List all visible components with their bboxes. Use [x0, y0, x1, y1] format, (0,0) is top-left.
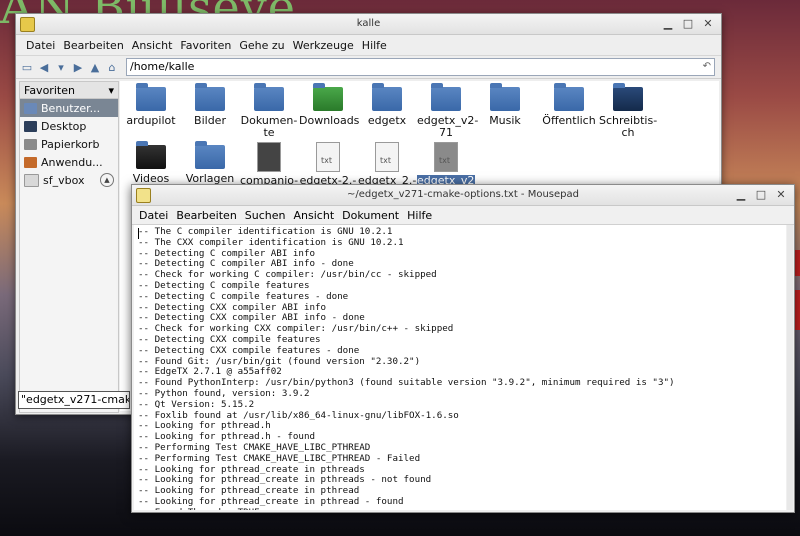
- drive-icon: [24, 173, 39, 187]
- file-item[interactable]: edgetx_v2- 71: [417, 81, 479, 139]
- file-item[interactable]: Videos: [122, 139, 180, 185]
- sidebar-item-trash[interactable]: Papierkorb: [20, 135, 118, 153]
- menu-suchen[interactable]: Suchen: [241, 209, 290, 222]
- menu-gehe-zu[interactable]: Gehe zu: [235, 39, 288, 52]
- videos-folder-icon: [136, 141, 166, 169]
- sidebar-item-label: Benutzer...: [41, 101, 101, 115]
- file-label: ardupilot: [126, 114, 176, 127]
- file-item[interactable]: Musik: [476, 81, 534, 127]
- mousepad-window: ~/edgetx_v271-cmake-options.txt - Mousep…: [131, 184, 795, 513]
- sidebar-item-label: sf_vbox: [43, 173, 85, 187]
- menubar: Datei Bearbeiten Suchen Ansicht Dokument…: [132, 206, 794, 225]
- history-dropdown-icon[interactable]: ▾: [54, 60, 68, 74]
- folder-icon: [195, 141, 225, 169]
- desktop-folder-icon: [613, 83, 643, 111]
- folder-icon: [195, 83, 225, 111]
- text-file-icon: txt: [316, 142, 340, 172]
- text-cursor: [138, 228, 139, 239]
- menu-bearbeiten[interactable]: Bearbeiten: [172, 209, 240, 222]
- file-label: Schreibtis- ch: [599, 114, 658, 139]
- menu-favoriten[interactable]: Favoriten: [176, 39, 235, 52]
- home-icon: [24, 102, 37, 114]
- menu-dokument[interactable]: Dokument: [338, 209, 403, 222]
- sidebar-item-desktop[interactable]: Desktop: [20, 117, 118, 135]
- folder-icon: [372, 83, 402, 111]
- sidebar-item-label: Desktop: [41, 119, 87, 133]
- close-icon[interactable]: ✕: [774, 187, 788, 201]
- trash-icon: [24, 138, 37, 150]
- menu-ansicht[interactable]: Ansicht: [128, 39, 177, 52]
- file-label: Downloads: [299, 114, 360, 127]
- eject-icon[interactable]: ▲: [100, 173, 114, 187]
- up-icon[interactable]: ▲: [88, 60, 102, 74]
- file-label: edgetx: [367, 114, 407, 127]
- location-input[interactable]: /home/kalle ↶: [126, 58, 715, 76]
- window-title: ~/edgetx_v271-cmake-options.txt - Mousep…: [347, 189, 579, 200]
- minimize-icon[interactable]: ▁: [734, 187, 748, 201]
- menu-datei[interactable]: Datei: [22, 39, 59, 52]
- menu-hilfe[interactable]: Hilfe: [403, 209, 436, 222]
- file-manager-titlebar[interactable]: kalle ▁ □ ✕: [16, 14, 721, 35]
- file-item[interactable]: Dokumen- te: [240, 81, 298, 139]
- editor-content: -- The C compiler identification is GNU …: [138, 226, 675, 510]
- file-label: Dokumen- te: [240, 114, 298, 139]
- sidebar-item-label: Anwendu...: [41, 155, 103, 169]
- text-editor[interactable]: -- The C compiler identification is GNU …: [134, 225, 786, 510]
- file-item[interactable]: Bilder: [181, 81, 239, 127]
- menu-bearbeiten[interactable]: Bearbeiten: [59, 39, 127, 52]
- desktop-icon: [24, 120, 37, 132]
- forward-icon[interactable]: ▶: [71, 60, 85, 74]
- menu-datei[interactable]: Datei: [135, 209, 172, 222]
- file-item[interactable]: Schreibtis- ch: [599, 81, 657, 139]
- close-icon[interactable]: ✕: [701, 16, 715, 30]
- sidebar-header[interactable]: Favoriten ▾: [20, 82, 118, 99]
- menubar: Datei Bearbeiten Ansicht Favoriten Gehe …: [16, 35, 721, 56]
- file-item[interactable]: Öffentlich: [540, 81, 598, 127]
- text-file-icon: txt: [434, 142, 458, 172]
- mousepad-titlebar[interactable]: ~/edgetx_v271-cmake-options.txt - Mousep…: [132, 185, 794, 206]
- file-item[interactable]: edgetx: [358, 81, 416, 127]
- sidebar-item-sf-vbox[interactable]: sf_vbox ▲: [20, 171, 118, 189]
- back-icon[interactable]: ◀: [37, 60, 51, 74]
- minimize-icon[interactable]: ▁: [661, 16, 675, 30]
- sidebar-item-home[interactable]: Benutzer...: [20, 99, 118, 117]
- rename-input[interactable]: "edgetx_v271-cmake-: [18, 391, 130, 409]
- new-folder-icon[interactable]: ▭: [20, 60, 34, 74]
- public-folder-icon: [554, 83, 584, 111]
- location-bar: ▭ ◀ ▾ ▶ ▲ ⌂ /home/kalle ↶: [16, 56, 721, 79]
- chevron-down-icon[interactable]: ▾: [108, 84, 114, 97]
- menu-werkzeuge[interactable]: Werkzeuge: [289, 39, 358, 52]
- text-file-icon: txt: [375, 142, 399, 172]
- file-label: Bilder: [194, 114, 226, 127]
- file-item[interactable]: ardupilot: [122, 81, 180, 127]
- maximize-icon[interactable]: □: [681, 16, 695, 30]
- folder-icon: [431, 83, 461, 111]
- sidebar-item-label: Papierkorb: [41, 137, 100, 151]
- archive-file-icon: [257, 142, 281, 172]
- folder-icon: [254, 83, 284, 111]
- window-title: kalle: [356, 18, 381, 29]
- menu-ansicht[interactable]: Ansicht: [290, 209, 339, 222]
- home-icon[interactable]: ⌂: [105, 60, 119, 74]
- folder-icon: [136, 83, 166, 111]
- menu-hilfe[interactable]: Hilfe: [358, 39, 391, 52]
- file-item[interactable]: Downloads: [299, 81, 360, 127]
- file-label: Öffentlich: [542, 114, 596, 127]
- sidebar-item-applications[interactable]: Anwendu...: [20, 153, 118, 171]
- maximize-icon[interactable]: □: [754, 187, 768, 201]
- sidebar: Favoriten ▾ Benutzer... Desktop Papierko…: [19, 81, 119, 413]
- clear-location-icon[interactable]: ↶: [703, 59, 711, 75]
- applications-icon: [24, 156, 37, 168]
- sidebar-header-label: Favoriten: [24, 83, 75, 97]
- vertical-scrollbar[interactable]: [787, 225, 793, 510]
- downloads-folder-icon: [313, 83, 343, 111]
- location-text: /home/kalle: [130, 60, 195, 73]
- music-folder-icon: [490, 83, 520, 111]
- file-label: Musik: [489, 114, 521, 127]
- file-item[interactable]: Vorlagen: [181, 139, 239, 185]
- file-label: edgetx_v2- 71: [417, 114, 479, 139]
